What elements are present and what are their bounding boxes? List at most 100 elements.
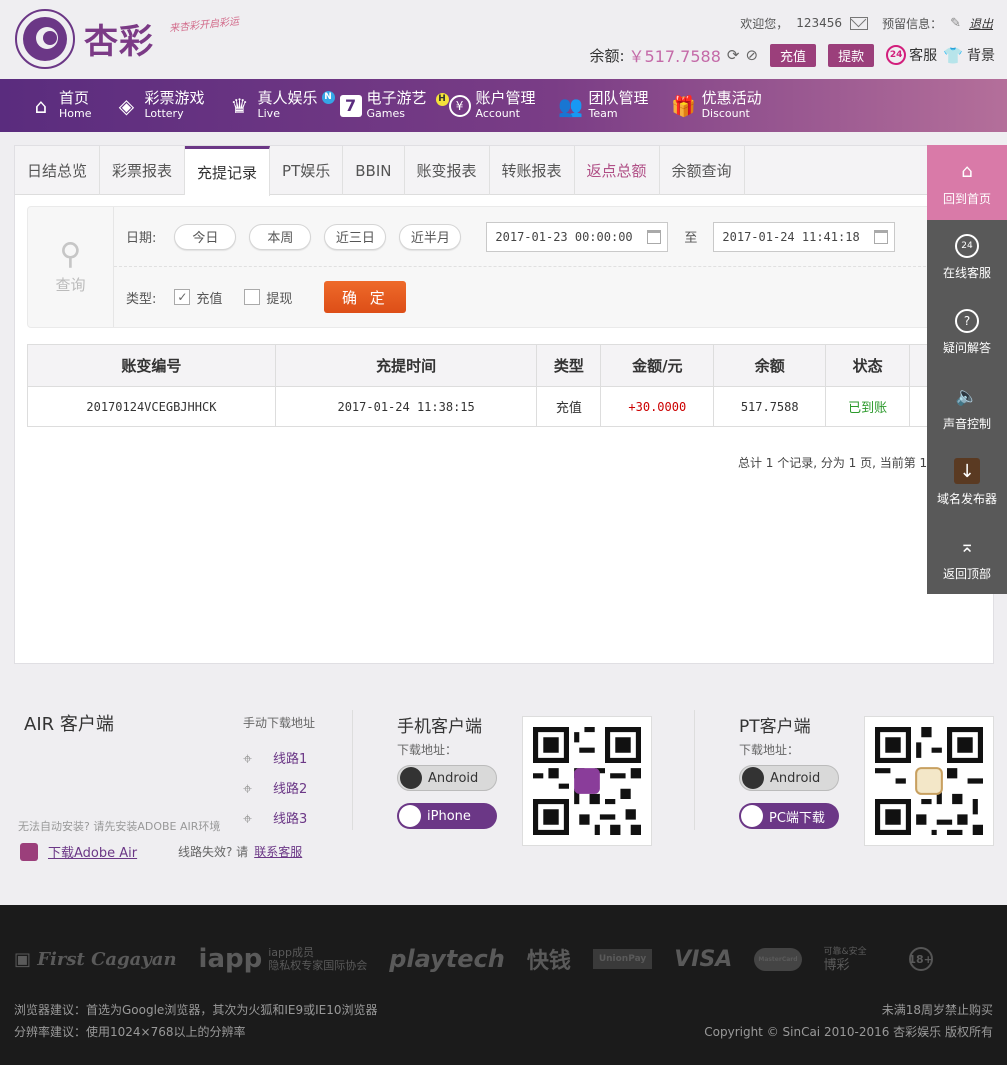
withdraw-checkbox[interactable] bbox=[244, 289, 261, 305]
nav-item-account[interactable]: ¥ 账户管理 Account bbox=[448, 79, 536, 132]
service-label: 客服 bbox=[909, 48, 938, 64]
nav-sublabel: Account bbox=[475, 106, 520, 120]
cell-balance: 517.7588 bbox=[713, 386, 827, 427]
pt-pc-download-button[interactable]: PC端下载 bbox=[739, 803, 839, 829]
playtech-logo: playtech bbox=[389, 945, 505, 973]
recharge-button[interactable]: 充值 bbox=[770, 43, 817, 67]
age-18-logo: 18+ bbox=[908, 947, 933, 971]
service-24-icon: 24 bbox=[886, 45, 907, 65]
message-envelope-icon[interactable] bbox=[850, 16, 869, 30]
adobe-air-icon bbox=[20, 842, 38, 861]
logout-link[interactable]: 退出 bbox=[969, 15, 993, 32]
tshirt-icon: 👕 bbox=[943, 45, 963, 65]
mobile-iphone-button[interactable]: iPhone bbox=[397, 803, 497, 829]
nav-item-team[interactable]: 👥 团队管理 Team bbox=[558, 79, 649, 132]
tab-pt-entertainment[interactable]: PT娱乐 bbox=[270, 146, 344, 195]
nav-label: 团队管理 bbox=[588, 88, 649, 107]
query-label: 查询 bbox=[55, 275, 86, 294]
tab-transfer-report[interactable]: 转账报表 bbox=[490, 146, 575, 195]
iapp-text: iapp bbox=[198, 944, 263, 974]
hide-eye-icon[interactable]: ⊘ bbox=[745, 46, 758, 64]
withdraw-button[interactable]: 提款 bbox=[828, 43, 875, 67]
unionpay-logo: UnionPay bbox=[592, 949, 653, 969]
nav-label: 真人娱乐 bbox=[257, 88, 318, 107]
site-logo[interactable]: 杏彩 来杏彩开启彩运 bbox=[14, 8, 264, 72]
sidebar-back-to-top[interactable]: ⌅ 返回顶部 bbox=[927, 520, 1007, 595]
col-header: 充提时间 bbox=[274, 344, 538, 387]
location-pin-icon: ⌖ bbox=[243, 748, 253, 768]
visa-logo: VISA bbox=[674, 946, 733, 972]
back-to-top-icon: ⌅ bbox=[959, 535, 975, 557]
resolution-tip: 分辨率建议：使用1024×768以上的分辨率 bbox=[14, 1025, 246, 1039]
nav-item-games[interactable]: 7 H 电子游艺 Games bbox=[339, 79, 449, 132]
filter-panel: ⚲ 查询 日期: 今日 本周 近三日 近半月 2017-01-23 00:00:… bbox=[27, 206, 957, 328]
copyright-text: Copyright © SinCai 2010-2016 杏彩娱乐 版权所有 bbox=[704, 1025, 993, 1039]
hot-badge: H bbox=[435, 92, 449, 106]
tab-deposit-withdraw-records[interactable]: 充提记录 bbox=[185, 146, 271, 196]
sidebar-label: 疑问解答 bbox=[942, 341, 991, 355]
table-row[interactable]: 20170124VCEGBJHHCK 2017-01-24 11:38:15 充… bbox=[27, 386, 981, 427]
calendar-icon[interactable] bbox=[647, 229, 662, 244]
tab-account-change-report[interactable]: 账变报表 bbox=[405, 146, 490, 195]
quick-date-today[interactable]: 今日 bbox=[174, 223, 237, 250]
nav-item-discount[interactable]: 🎁 优惠活动 Discount bbox=[671, 79, 761, 132]
pt-android-button[interactable]: Android bbox=[739, 765, 839, 791]
quick-date-this-week[interactable]: 本周 bbox=[249, 223, 312, 250]
line-3-link[interactable]: ⌖ 线路3 bbox=[243, 808, 307, 828]
mobile-android-button[interactable]: Android bbox=[397, 765, 497, 791]
nav-item-live[interactable]: ♛ N 真人娱乐 Live bbox=[227, 79, 335, 132]
age-restriction-text: 未满18周岁禁止购买 bbox=[881, 1003, 993, 1017]
cell-status: 已到账 bbox=[825, 386, 911, 427]
recharge-checkbox-label: 充值 bbox=[196, 291, 223, 307]
tab-daily-summary[interactable]: 日结总览 bbox=[15, 146, 101, 195]
tab-balance-query[interactable]: 余额查询 bbox=[660, 146, 745, 195]
nav-sublabel: Home bbox=[59, 106, 92, 120]
start-date-input[interactable]: 2017-01-23 00:00:00 bbox=[486, 221, 669, 252]
col-header: 账变编号 bbox=[27, 344, 276, 387]
customer-service-button[interactable]: 24 客服 bbox=[886, 45, 937, 65]
sidebar-domain-publisher[interactable]: ↓ 域名发布器 bbox=[927, 445, 1007, 520]
line-2-link[interactable]: ⌖ 线路2 bbox=[243, 778, 307, 798]
browser-tip: 浏览器建议：首选为Google浏览器，其次为火狐和IE9或IE10浏览器 bbox=[14, 1003, 378, 1017]
manual-download-label: 手动下载地址 bbox=[243, 716, 316, 730]
kuaiqian-logo: 快钱 bbox=[526, 949, 571, 974]
nav-item-home[interactable]: ⌂ 首页 Home bbox=[28, 79, 92, 132]
sidebar-back-home[interactable]: ⌂ 回到首页 bbox=[927, 145, 1007, 220]
notice-label: 预留信息： bbox=[882, 16, 943, 31]
quick-date-last-half-month[interactable]: 近半月 bbox=[399, 223, 462, 250]
pt-download-label: 下载地址： bbox=[739, 743, 800, 757]
qr-code-icon bbox=[533, 727, 641, 835]
background-button[interactable]: 👕 背景 bbox=[943, 45, 995, 65]
edit-icon[interactable]: ✎ bbox=[950, 16, 961, 31]
download-adobe-air-link[interactable]: 下载Adobe Air bbox=[20, 842, 137, 861]
nav-label: 电子游艺 bbox=[366, 88, 427, 107]
mastercard-logo: MasterCard bbox=[754, 947, 802, 971]
balance-bar: 余额: ￥517.7588 ⟳ ⊘ 充值 提款 24 客服 👕 背景 bbox=[589, 42, 995, 68]
gambling-text: 博彩 bbox=[823, 958, 850, 973]
calendar-icon[interactable] bbox=[874, 229, 889, 244]
sidebar-faq[interactable]: ? 疑问解答 bbox=[927, 295, 1007, 370]
balance-label: 余额: bbox=[589, 46, 625, 65]
lottery-icon: ◈ bbox=[118, 93, 135, 118]
floating-sidebar: ⌂ 回到首页 24 在线客服 ? 疑问解答 🔈 声音控制 ↓ 域名发布器 ⌅ 返… bbox=[927, 145, 1007, 594]
location-pin-icon: ⌖ bbox=[243, 778, 253, 798]
end-date-input[interactable]: 2017-01-24 11:41:18 bbox=[713, 221, 896, 252]
confirm-button[interactable]: 确 定 bbox=[324, 281, 407, 313]
refresh-icon[interactable]: ⟳ bbox=[727, 46, 740, 64]
brand-slogan: 来杏彩开启彩运 bbox=[168, 16, 240, 35]
quick-date-last-3-days[interactable]: 近三日 bbox=[324, 223, 387, 250]
line-label: 线路1 bbox=[273, 752, 308, 767]
live-dealer-icon: ♛ N bbox=[227, 90, 335, 119]
tab-rebate-total[interactable]: 返点总额 bbox=[575, 146, 660, 195]
line-1-link[interactable]: ⌖ 线路1 bbox=[243, 748, 308, 768]
cell-amount: +30.0000 bbox=[600, 386, 715, 427]
contact-service-link[interactable]: 联系客服 bbox=[254, 845, 302, 859]
background-label: 背景 bbox=[967, 48, 995, 64]
sidebar-online-service[interactable]: 24 在线客服 bbox=[927, 220, 1007, 295]
tab-bbin[interactable]: BBIN bbox=[343, 146, 405, 195]
sidebar-sound-control[interactable]: 🔈 声音控制 bbox=[927, 370, 1007, 445]
nav-item-lottery[interactable]: ◈ 彩票游戏 Lottery bbox=[113, 79, 205, 132]
tab-lottery-report[interactable]: 彩票报表 bbox=[100, 146, 186, 195]
location-pin-icon: ⌖ bbox=[243, 808, 253, 828]
recharge-checkbox[interactable]: ✓ bbox=[174, 289, 191, 305]
